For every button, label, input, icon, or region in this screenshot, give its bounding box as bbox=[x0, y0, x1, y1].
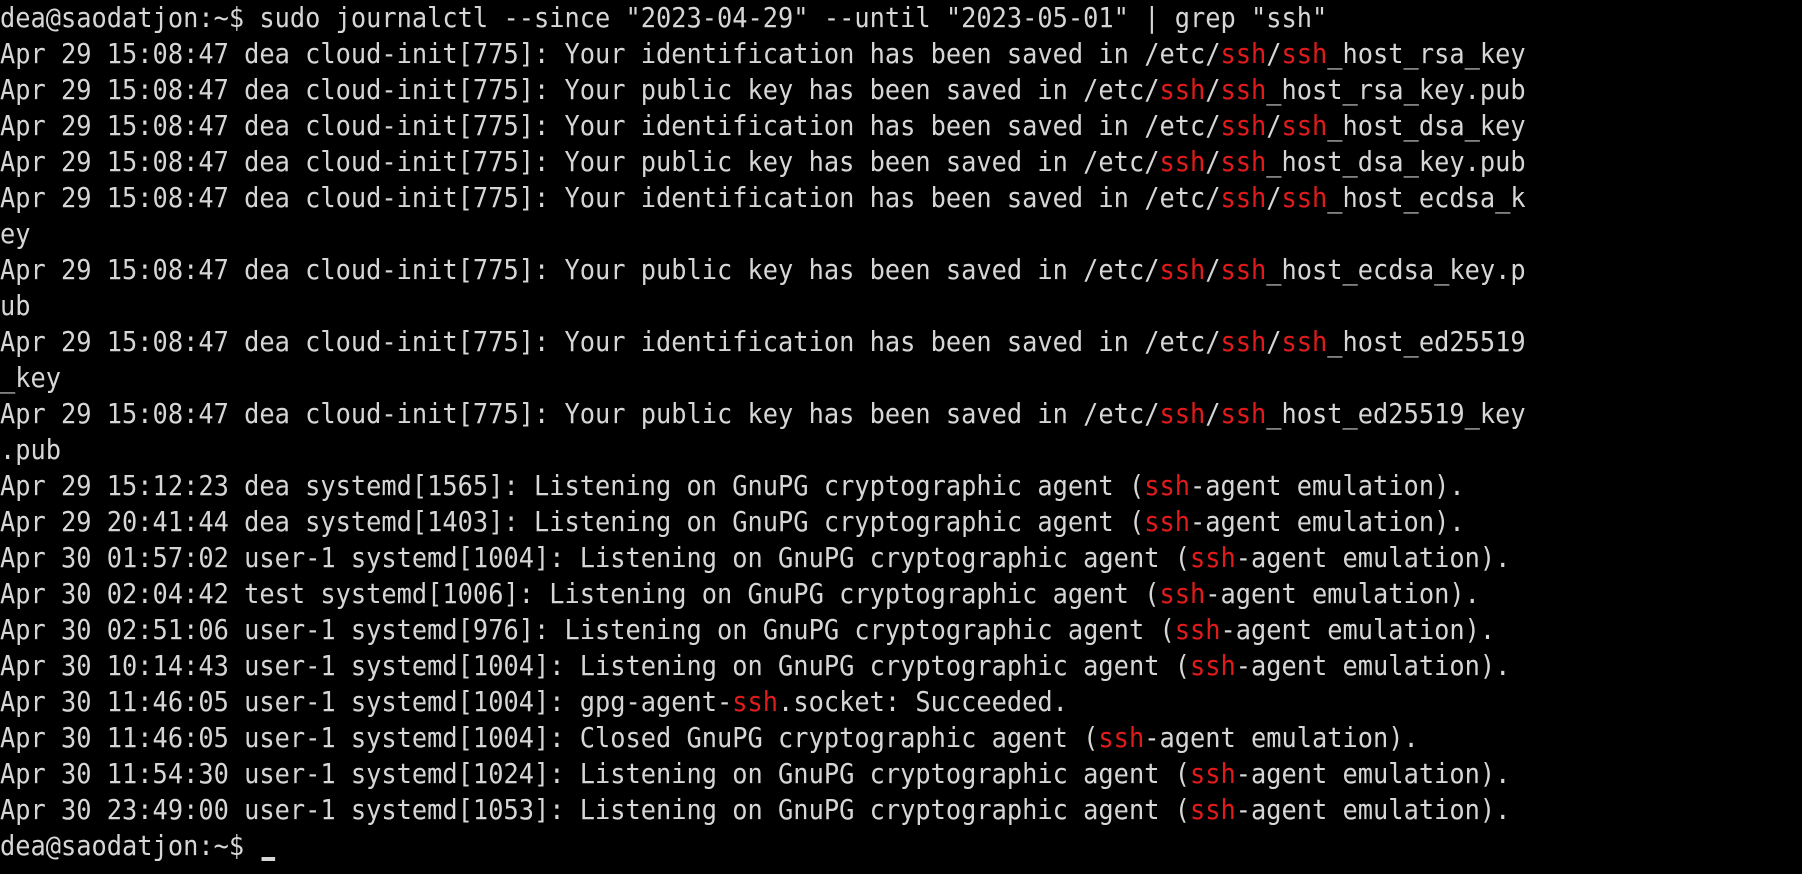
grep-match: ssh bbox=[732, 685, 779, 718]
grep-match: ssh bbox=[1281, 109, 1328, 142]
grep-match: ssh bbox=[1220, 253, 1267, 286]
output-line: Apr 29 15:08:47 dea cloud-init[775]: You… bbox=[0, 397, 1526, 430]
terminal-window[interactable]: dea@saodatjon:~$ sudo journalctl --since… bbox=[0, 0, 1802, 874]
output-line: Apr 29 15:12:23 dea systemd[1565]: Liste… bbox=[0, 469, 1465, 502]
terminal-prompt-line[interactable]: dea@saodatjon:~$ bbox=[0, 828, 1631, 864]
output-line: ey bbox=[0, 217, 31, 250]
output-line: Apr 30 11:54:30 user-1 systemd[1024]: Li… bbox=[0, 757, 1511, 790]
grep-match: ssh bbox=[1189, 649, 1236, 682]
grep-match: ssh bbox=[1159, 145, 1206, 178]
output-line: Apr 30 02:51:06 user-1 systemd[976]: Lis… bbox=[0, 613, 1496, 646]
output-line: Apr 29 15:08:47 dea cloud-init[775]: You… bbox=[0, 37, 1526, 70]
grep-match: ssh bbox=[1220, 181, 1267, 214]
output-line: Apr 30 11:46:05 user-1 systemd[1004]: Cl… bbox=[0, 721, 1419, 754]
output-line: Apr 29 15:08:47 dea cloud-init[775]: You… bbox=[0, 145, 1526, 178]
output-line: _key bbox=[0, 361, 62, 394]
output-line: .pub bbox=[0, 433, 62, 466]
grep-match: ssh bbox=[1144, 505, 1190, 538]
output-line: Apr 29 15:08:47 dea cloud-init[775]: You… bbox=[0, 181, 1526, 214]
grep-match: ssh bbox=[1220, 37, 1267, 70]
output-line: Apr 29 15:08:47 dea cloud-init[775]: You… bbox=[0, 73, 1526, 106]
grep-match: ssh bbox=[1189, 757, 1236, 790]
grep-match: ssh bbox=[1144, 469, 1190, 502]
grep-match: ssh bbox=[1220, 325, 1267, 358]
command-line: dea@saodatjon:~$ sudo journalctl --since… bbox=[0, 1, 1328, 34]
terminal-output: dea@saodatjon:~$ sudo journalctl --since… bbox=[0, 0, 1802, 828]
grep-match: ssh bbox=[1220, 109, 1267, 142]
grep-match: ssh bbox=[1281, 37, 1328, 70]
output-line: Apr 29 15:08:47 dea cloud-init[775]: You… bbox=[0, 325, 1526, 358]
output-line: Apr 30 23:49:00 user-1 systemd[1053]: Li… bbox=[0, 793, 1511, 826]
grep-match: ssh bbox=[1189, 541, 1236, 574]
grep-match: ssh bbox=[1220, 73, 1267, 106]
grep-match: ssh bbox=[1281, 181, 1328, 214]
grep-match: ssh bbox=[1159, 253, 1206, 286]
grep-match: ssh bbox=[1098, 721, 1145, 754]
grep-match: ssh bbox=[1159, 577, 1206, 610]
output-line: Apr 30 10:14:43 user-1 systemd[1004]: Li… bbox=[0, 649, 1511, 682]
grep-match: ssh bbox=[1159, 73, 1206, 106]
output-line: Apr 30 01:57:02 user-1 systemd[1004]: Li… bbox=[0, 541, 1511, 574]
text-cursor bbox=[261, 857, 275, 861]
grep-match: ssh bbox=[1220, 397, 1267, 430]
grep-match: ssh bbox=[1220, 145, 1267, 178]
output-line: Apr 30 02:04:42 test systemd[1006]: List… bbox=[0, 577, 1480, 610]
output-line: Apr 29 15:08:47 dea cloud-init[775]: You… bbox=[0, 109, 1526, 142]
grep-match: ssh bbox=[1159, 397, 1206, 430]
grep-match: ssh bbox=[1281, 325, 1328, 358]
output-line: ub bbox=[0, 289, 31, 322]
grep-match: ssh bbox=[1174, 613, 1221, 646]
grep-match: ssh bbox=[1189, 793, 1236, 826]
output-line: Apr 29 15:08:47 dea cloud-init[775]: You… bbox=[0, 253, 1526, 286]
output-line: Apr 30 11:46:05 user-1 systemd[1004]: gp… bbox=[0, 685, 1068, 718]
output-line: Apr 29 20:41:44 dea systemd[1403]: Liste… bbox=[0, 505, 1465, 538]
shell-prompt: dea@saodatjon:~$ bbox=[0, 829, 260, 862]
